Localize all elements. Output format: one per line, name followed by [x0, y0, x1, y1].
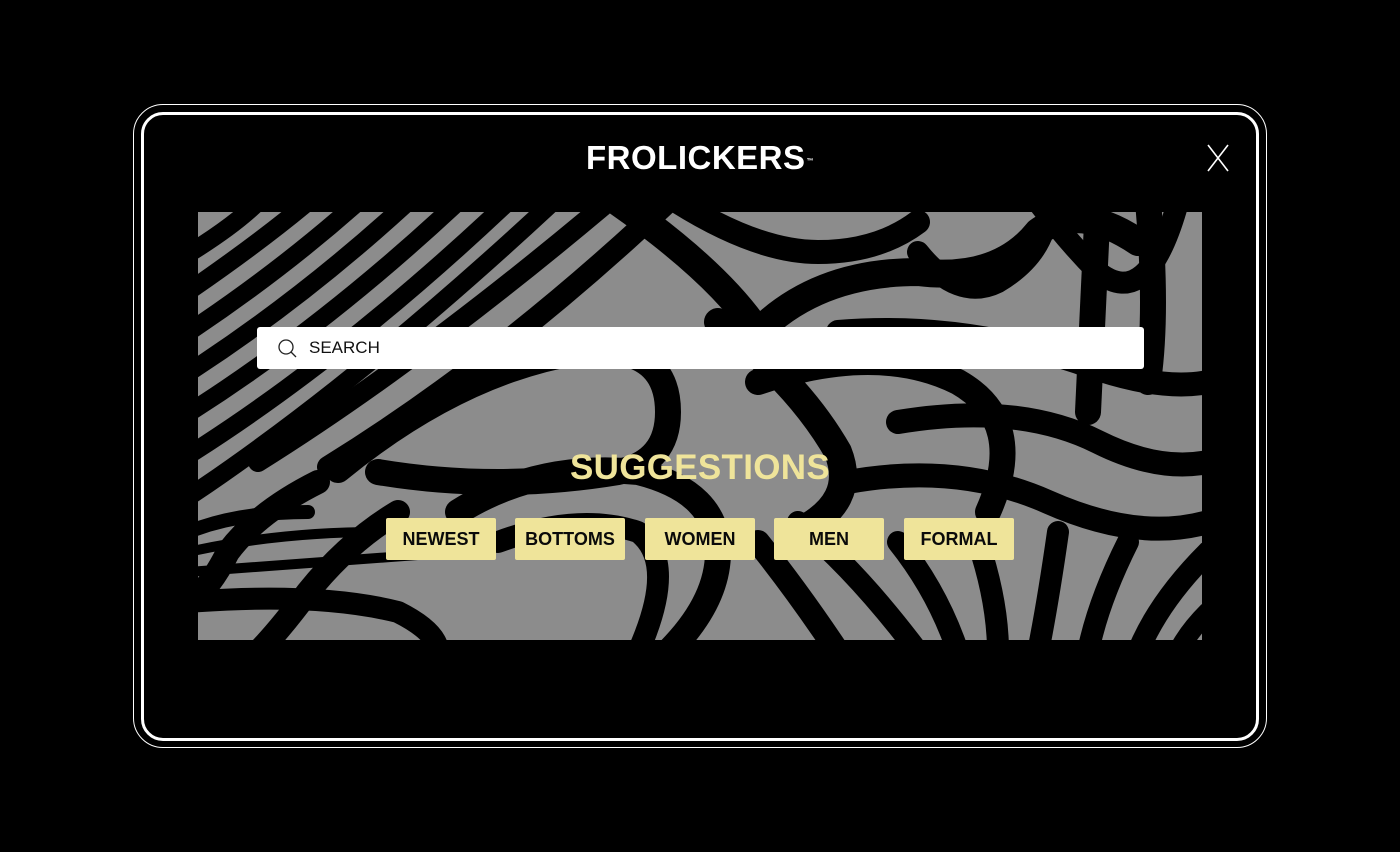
search-icon [278, 339, 297, 358]
zebra-pattern-image [198, 212, 1202, 640]
suggestions-title: SUGGESTIONS [569, 448, 830, 487]
suggestion-chip-women[interactable]: WOMEN [645, 518, 755, 560]
search-input[interactable] [309, 327, 1129, 369]
suggestion-chip-formal[interactable]: FORMAL [904, 518, 1014, 560]
close-icon [1207, 144, 1229, 172]
suggestion-chip-newest[interactable]: NEWEST [386, 518, 496, 560]
close-button[interactable] [1202, 140, 1234, 176]
trademark-mark: ™ [806, 158, 814, 165]
suggestion-chip-bottoms[interactable]: BOTTOMS [515, 518, 625, 560]
brand-name: FROLICKERS [586, 139, 806, 176]
brand-logo: FROLICKERS™ [0, 138, 1400, 178]
suggestion-chip-men[interactable]: MEN [774, 518, 884, 560]
zebra-pattern-banner [198, 212, 1202, 640]
search-bar[interactable] [257, 327, 1144, 369]
